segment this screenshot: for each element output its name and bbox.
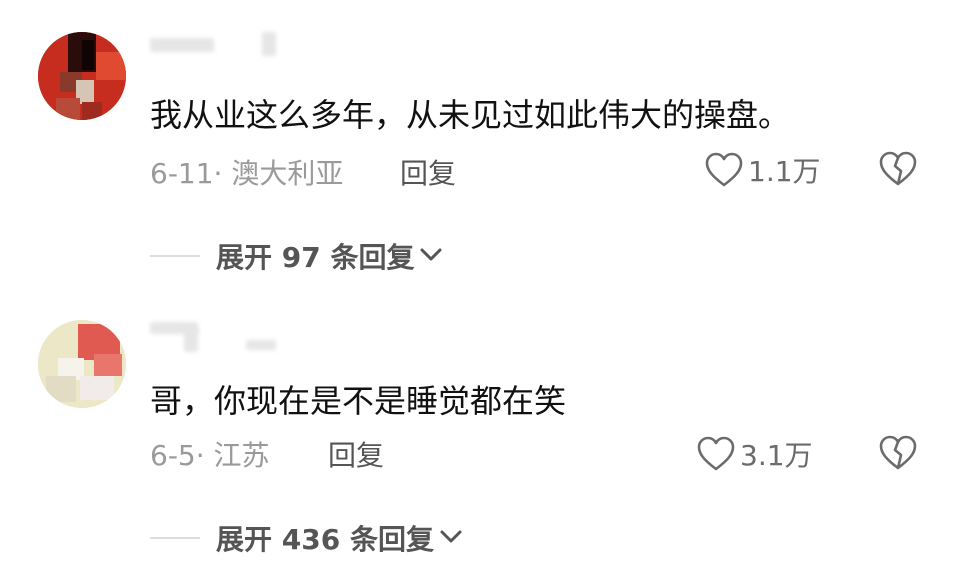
expand-replies-label: 展开 97 条回复 [216,241,415,274]
broken-heart-icon [878,435,918,476]
expand-replies-label: 展开 436 条回复 [216,523,434,556]
heart-outline-icon [704,151,744,189]
username[interactable] [150,38,214,52]
comment-meta: 6-5· 江苏 [150,439,270,472]
avatar[interactable] [38,32,126,120]
username-extra [246,340,276,350]
comment-meta: 6-11· 澳大利亚 [150,157,344,190]
comment-item: 我从业这么多年，从未见过如此伟大的操盘。 6-11· 澳大利亚 回复 1.1万 … [0,0,960,290]
username-extra [262,32,276,56]
like-count: 1.1万 [748,155,821,188]
divider-line [150,255,200,257]
expand-replies[interactable]: 展开 436 条回复 [150,518,464,558]
broken-heart-icon [878,151,918,192]
reply-button[interactable]: 回复 [328,434,384,474]
heart-outline-icon [696,435,736,473]
like-count: 3.1万 [740,439,813,472]
dislike-button[interactable] [878,150,918,192]
expand-replies[interactable]: 展开 97 条回复 [150,236,444,276]
comment-text: 哥，你现在是不是睡觉都在笑 [150,382,567,420]
dislike-button[interactable] [878,434,918,476]
like-button[interactable]: 1.1万 [704,150,821,190]
chevron-down-icon [434,526,464,550]
avatar[interactable] [38,320,126,408]
chevron-down-icon [414,244,444,268]
like-button[interactable]: 3.1万 [696,434,813,474]
reply-button[interactable]: 回复 [400,152,456,192]
username-extra [184,328,198,352]
divider-line [150,537,200,539]
comment-text: 我从业这么多年，从未见过如此伟大的操盘。 [150,96,791,134]
comment-item: 哥，你现在是不是睡觉都在笑 6-5· 江苏 回复 3.1万 展开 436 条回复 [0,300,960,576]
